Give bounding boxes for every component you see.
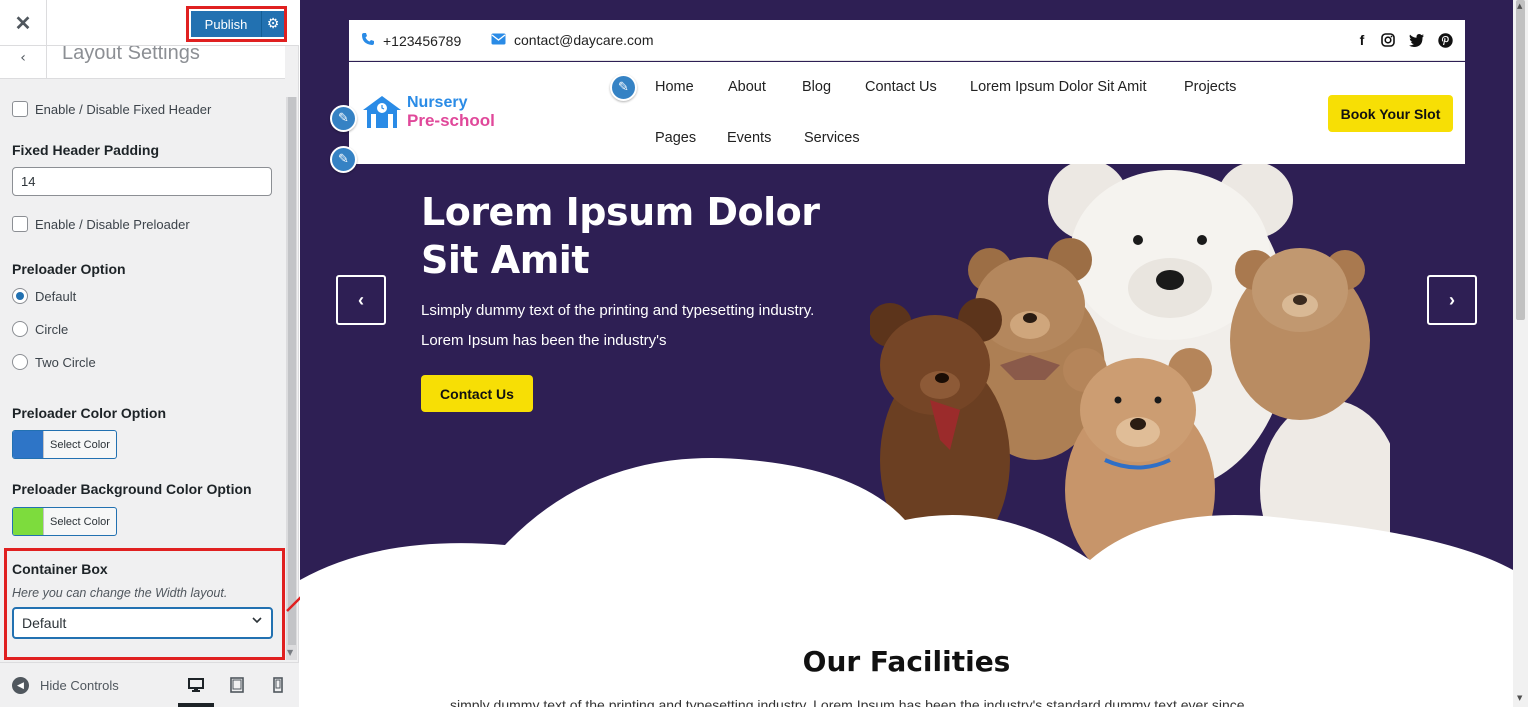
customizer-header: ✕ Publish ⚙: [0, 0, 299, 46]
preloader-option-two-circle[interactable]: Two Circle: [12, 354, 96, 370]
preloader-toggle[interactable]: Enable / Disable Preloader: [12, 216, 190, 232]
preloader-checkbox[interactable]: [12, 216, 28, 232]
back-icon[interactable]: ‹: [0, 46, 47, 78]
edit-menu-pencil-icon[interactable]: ✎: [610, 74, 637, 101]
scroll-up-icon[interactable]: ▲: [1517, 2, 1522, 10]
facebook-icon[interactable]: f: [1354, 30, 1370, 50]
preloader-bg-color-button[interactable]: Select Color: [12, 507, 117, 536]
facilities-text: simply dummy text of the printing and ty…: [450, 697, 1245, 707]
publish-highlight: Publish ⚙: [186, 6, 287, 42]
nav-projects[interactable]: Projects: [1184, 79, 1236, 95]
fixed-header-padding-title: Fixed Header Padding: [12, 142, 160, 158]
house-logo-icon: [363, 96, 401, 128]
section-title: Layout Settings: [62, 46, 200, 64]
logo-line2: Pre-school: [407, 111, 495, 130]
desktop-icon[interactable]: [178, 675, 214, 707]
mobile-icon[interactable]: [268, 675, 288, 695]
chevron-down-icon: [251, 614, 263, 629]
pinterest-icon[interactable]: [1437, 30, 1453, 50]
hero-line-1: Lsimply dummy text of the printing and t…: [421, 302, 815, 319]
book-slot-button[interactable]: Book Your Slot: [1328, 95, 1453, 132]
site-logo[interactable]: Nursery Pre-school: [361, 94, 495, 130]
fixed-header-padding-input[interactable]: 14: [12, 167, 272, 196]
container-box-select[interactable]: Default: [12, 607, 273, 639]
fixed-header-checkbox[interactable]: [12, 101, 28, 117]
collapse-icon: ◀: [12, 677, 29, 694]
phone-icon: [361, 32, 375, 49]
radio-circle-label: Circle: [35, 321, 69, 337]
nav-pages[interactable]: Pages: [655, 130, 696, 146]
gear-icon[interactable]: ⚙: [261, 11, 284, 37]
nav-contact-us[interactable]: Contact Us: [865, 79, 937, 95]
edit-header-pencil-icon[interactable]: ✎: [330, 146, 357, 173]
instagram-icon[interactable]: [1380, 30, 1396, 50]
scroll-down-icon[interactable]: ▼: [1517, 694, 1522, 702]
radio-circle[interactable]: [12, 321, 28, 337]
logo-line1: Nursery: [407, 94, 468, 111]
email-info[interactable]: contact@daycare.com: [491, 32, 654, 48]
preloader-option-title: Preloader Option: [12, 261, 126, 277]
edit-logo-pencil-icon[interactable]: ✎: [330, 105, 357, 132]
hero-text: Lsimply dummy text of the printing and t…: [421, 296, 891, 356]
main-navbar: Nursery Pre-school Home About Blog Conta…: [349, 62, 1465, 164]
publish-button[interactable]: Publish: [191, 11, 261, 37]
fixed-header-label: Enable / Disable Fixed Header: [35, 101, 212, 117]
envelope-icon: [491, 32, 506, 48]
preview-scrollbar[interactable]: [1513, 0, 1528, 707]
customizer-sidebar: ✕ Publish ⚙ ‹ Layout Settings Enable / D…: [0, 0, 299, 707]
preloader-color-title: Preloader Color Option: [12, 405, 167, 421]
fixed-header-toggle[interactable]: Enable / Disable Fixed Header: [12, 101, 211, 117]
hide-controls-label: Hide Controls: [40, 678, 119, 693]
slider-next-icon[interactable]: ›: [1427, 275, 1477, 325]
preloader-color-button[interactable]: Select Color: [12, 430, 117, 459]
preloader-bg-swatch: [13, 508, 43, 535]
preloader-toggle-label: Enable / Disable Preloader: [35, 216, 190, 232]
phone-info[interactable]: +123456789: [361, 32, 461, 49]
slider-prev-icon[interactable]: ‹: [336, 275, 386, 325]
nav-blog[interactable]: Blog: [802, 79, 831, 95]
container-box-title: Container Box: [12, 561, 108, 577]
phone-number: +123456789: [383, 32, 462, 49]
radio-two-circle[interactable]: [12, 354, 28, 370]
hide-controls-button[interactable]: ◀ Hide Controls: [12, 677, 119, 694]
preview-scroll-thumb[interactable]: [1516, 0, 1525, 320]
preloader-bg-title: Preloader Background Color Option: [12, 481, 252, 497]
email-address: contact@daycare.com: [514, 32, 654, 48]
container-box-highlight: Container Box Here you can change the Wi…: [4, 548, 285, 660]
preloader-option-circle[interactable]: Circle: [12, 321, 68, 337]
facilities-heading: Our Facilities: [802, 645, 1011, 678]
site-preview: +123456789 contact@daycare.com f Nursery…: [300, 0, 1513, 707]
select-color-label: Select Color: [43, 431, 116, 458]
radio-two-circle-label: Two Circle: [35, 354, 96, 370]
nav-home[interactable]: Home: [655, 79, 694, 95]
tablet-icon[interactable]: [227, 675, 247, 695]
close-icon[interactable]: ✕: [0, 0, 47, 46]
nav-events[interactable]: Events: [727, 130, 771, 146]
hero-contact-button[interactable]: Contact Us: [421, 375, 533, 412]
nav-services[interactable]: Services: [804, 130, 860, 146]
customizer-footer: ◀ Hide Controls: [0, 662, 299, 707]
section-header: ‹ Layout Settings: [0, 46, 285, 79]
hero-line-2: Lorem Ipsum has been the industry's: [421, 332, 667, 349]
radio-default-label: Default: [35, 288, 77, 304]
preloader-color-swatch: [13, 431, 43, 458]
container-box-value: Default: [22, 615, 67, 631]
select-color-label: Select Color: [43, 508, 116, 535]
nav-lorem-ipsum[interactable]: Lorem Ipsum Dolor Sit Amit: [970, 79, 1146, 95]
nav-about[interactable]: About: [728, 79, 766, 95]
scroll-down-icon[interactable]: ▼: [287, 648, 293, 657]
preloader-option-default[interactable]: Default: [12, 288, 76, 304]
hero-title: Lorem Ipsum Dolor Sit Amit: [421, 190, 820, 282]
container-box-desc: Here you can change the Width layout.: [12, 586, 228, 600]
top-info-bar: +123456789 contact@daycare.com f: [349, 20, 1465, 61]
twitter-icon[interactable]: [1408, 30, 1424, 50]
logo-text: Nursery Pre-school: [407, 94, 495, 130]
radio-default[interactable]: [12, 288, 28, 304]
